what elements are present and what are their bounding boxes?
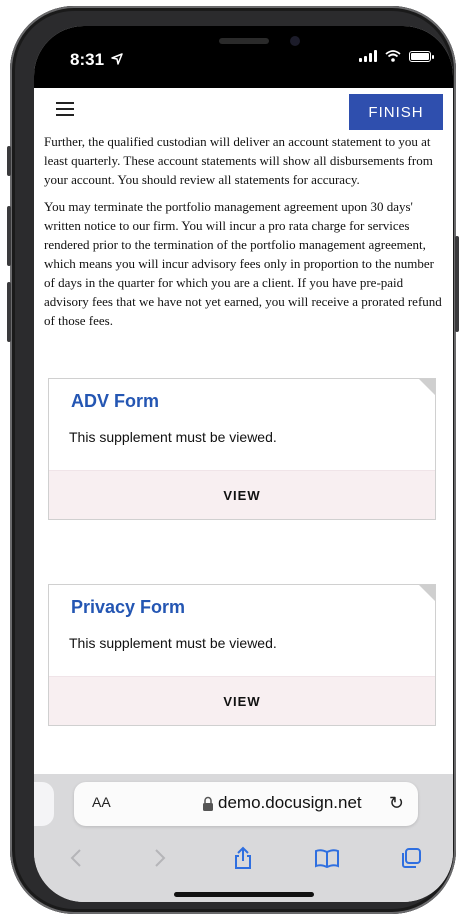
phone-frame: 8:31 FINISH Further, the qualified custo… — [7, 6, 459, 914]
page-settings-button[interactable]: AA — [92, 794, 111, 810]
finish-button[interactable]: FINISH — [349, 94, 443, 130]
bookmarks-icon[interactable] — [309, 842, 345, 874]
supplement-card-adv: ADV Form This supplement must be viewed.… — [48, 378, 436, 520]
safari-toolbar — [34, 838, 453, 878]
back-icon[interactable] — [58, 842, 94, 874]
speaker — [219, 38, 269, 44]
power-button — [455, 236, 459, 332]
status-time: 8:31 — [70, 50, 123, 70]
phone-screen: 8:31 FINISH Further, the qualified custo… — [34, 26, 453, 902]
reload-icon[interactable]: ↻ — [389, 793, 404, 814]
document-paragraph: Further, the qualified custodian will de… — [44, 134, 433, 187]
camera — [290, 36, 300, 46]
aa-label: AA — [92, 794, 111, 810]
url-text: demo.docusign.net — [218, 793, 362, 812]
home-indicator — [174, 892, 314, 897]
previous-tab-preview[interactable] — [34, 782, 54, 826]
status-icons — [359, 50, 434, 62]
document-body: Further, the qualified custodian will de… — [44, 132, 442, 338]
supplement-title: Privacy Form — [71, 597, 186, 617]
address-bar[interactable]: AA demo.docusign.net ↻ — [74, 782, 418, 826]
wifi-icon — [385, 50, 401, 62]
supplement-card-privacy: Privacy Form This supplement must be vie… — [48, 584, 436, 726]
view-button[interactable]: VIEW — [49, 676, 435, 725]
view-button[interactable]: VIEW — [49, 470, 435, 519]
safari-bottom-bar: AA demo.docusign.net ↻ — [34, 774, 453, 902]
tabs-icon[interactable] — [393, 842, 429, 874]
status-bar: 8:31 — [34, 26, 453, 88]
volume-down-button — [7, 282, 11, 342]
lock-icon — [203, 796, 213, 811]
document-toolbar: FINISH — [34, 88, 453, 132]
page-corner-icon — [419, 585, 435, 601]
supplement-description: This supplement must be viewed. — [69, 429, 277, 445]
menu-icon[interactable] — [56, 102, 74, 116]
forward-icon[interactable] — [142, 842, 178, 874]
signal-icon — [359, 50, 377, 62]
notch — [142, 26, 346, 70]
supplement-description: This supplement must be viewed. — [69, 635, 277, 651]
supplement-title: ADV Form — [71, 391, 160, 411]
volume-up-button — [7, 206, 11, 266]
status-time-text: 8:31 — [70, 50, 105, 69]
page-corner-icon — [419, 379, 435, 395]
silent-switch — [7, 146, 11, 176]
document-paragraph: You may terminate the portfolio manageme… — [44, 199, 442, 328]
share-icon[interactable] — [225, 842, 261, 874]
battery-icon — [409, 50, 434, 62]
location-arrow-icon — [111, 53, 123, 65]
